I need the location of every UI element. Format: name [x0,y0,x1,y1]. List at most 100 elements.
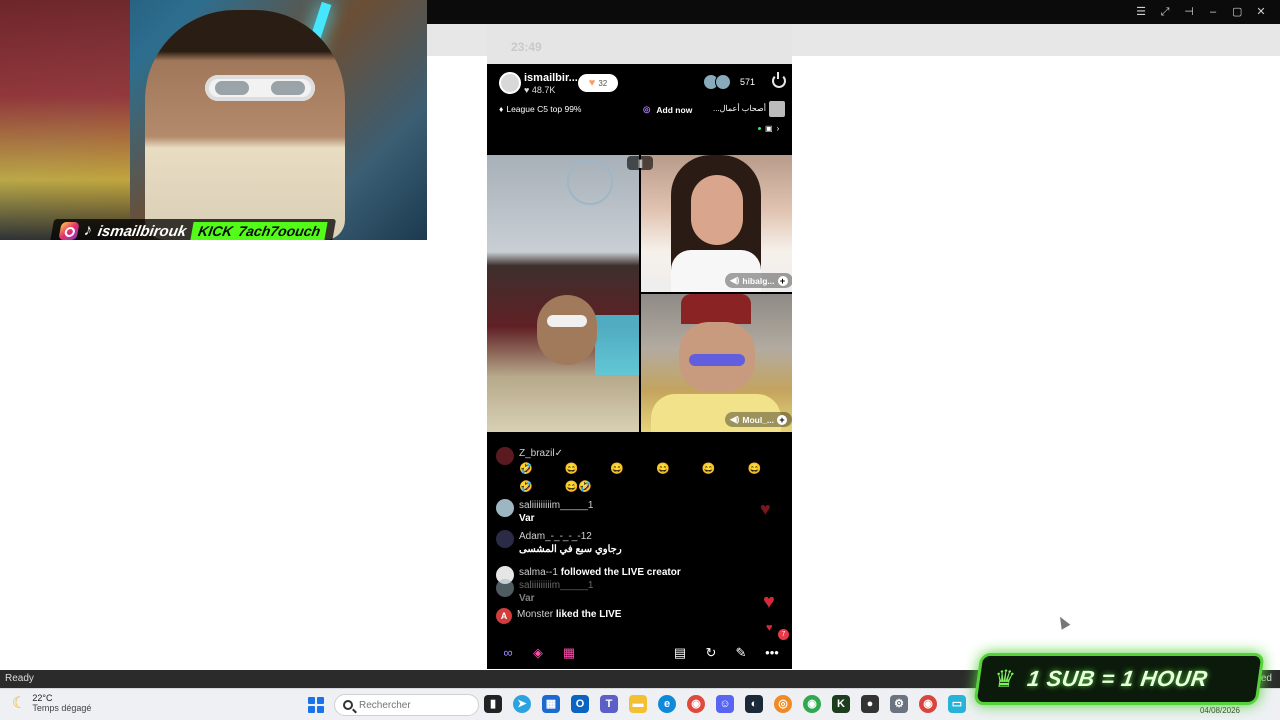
discord-icon[interactable]: ☺ [716,695,734,713]
chat-username[interactable]: Monster [517,609,553,620]
close-icon[interactable]: ✕ [1256,0,1266,24]
sunglasses [205,75,315,101]
floating-heart-icon: ♥ [760,499,771,519]
add-icon[interactable]: + [777,275,788,286]
browser-icon[interactable]: ◎ [774,695,792,713]
chat-username[interactable]: salma--1 [519,567,558,578]
folder-icon[interactable]: ▬ [629,695,647,713]
guest-label[interactable]: ◀) Moul_... + [725,412,792,427]
chat-message: saliiiiiiiiim_____1 Var [496,499,593,525]
chat-avatar[interactable] [496,447,514,465]
camera-icon: ▣ [765,124,773,133]
guest-tile-2[interactable]: ◀) hibalg... + [641,155,792,292]
grid-icon[interactable]: ▦ [560,644,578,662]
chrome-profile-icon[interactable]: ◉ [919,695,937,713]
film-icon[interactable]: ▤ [671,644,689,662]
add-now-button[interactable]: ◎ Add now [643,104,692,115]
chat-text: Var [519,513,535,524]
league-text: League C5 top 99% [506,104,582,114]
teams-icon[interactable]: T [600,695,618,713]
speaker-icon: ◀) [730,275,740,285]
pen-icon[interactable]: ✎ [732,644,750,662]
taskbar-apps: ▮ ➤ ▦ O T ▬ e ◉ ☺ ◐ ◎ ◉ K ● ⚙ ◉ ▭ [484,695,966,713]
emoji: 😄 [747,463,762,475]
like-heart-icon: ♥ [766,622,773,634]
guest-name: hibalg... [742,275,775,286]
chat-username[interactable]: saliiiiiiiiim_____1 [519,579,593,592]
chat-message: A Monster liked the LIVE [496,608,621,624]
emoji: 😄 [656,463,670,475]
pin-icon[interactable]: ⊣ [1184,0,1194,24]
sub-promo-text: 1 SUB = 1 HOUR [1025,666,1210,691]
list-icon[interactable]: ☰ [1136,0,1146,24]
store-icon[interactable]: ▦ [542,695,560,713]
task-view-icon[interactable]: ▮ [484,695,502,713]
steam-icon[interactable]: ◐ [745,695,763,713]
chat-avatar[interactable]: A [496,608,512,624]
kick-app-icon[interactable]: K [832,695,850,713]
viewer-avatars[interactable] [703,74,731,90]
speaker-icon: ◀) [730,414,740,424]
host-name[interactable]: ismailbir... [524,72,578,84]
chat-text: followed the LIVE creator [560,567,681,578]
chat-username[interactable]: Adam_-_-_-_-12 [519,530,622,543]
chat-text: liked the LIVE [555,609,622,620]
guest-hat [681,294,751,324]
obs-icon[interactable]: ● [861,695,879,713]
guest-tile-3[interactable]: ◀) Moul_... + [641,294,792,432]
host-avatar[interactable] [499,72,521,94]
chrome-icon[interactable]: ◉ [687,695,705,713]
follow-button[interactable]: ♥ 32 [578,74,618,92]
start-tile [308,706,315,713]
weather-widget[interactable]: ☾ 22°C Temps dégagé [12,693,91,713]
weather-desc: Temps dégagé [32,703,92,713]
kick-badge: KICK 7ach7oouch [190,222,328,240]
live-bottom-bar: ∞ ◈ ▦ ▤ ↻ ✎ ••• ♥ 7 [487,622,792,669]
add-icon[interactable]: + [777,414,788,425]
taskbar-date[interactable]: 04/08/2026 [1200,706,1240,715]
chevron-right-icon[interactable]: › [777,124,780,133]
instagram-icon [58,222,80,240]
outlook-icon[interactable]: O [571,695,589,713]
business-tag[interactable]: ...أصحاب أعمال [713,104,766,113]
guest-label[interactable]: ◀) hibalg... + [725,273,792,288]
business-thumbnail[interactable] [769,101,785,117]
kick-handle: 7ach7oouch [237,223,322,239]
minimize-icon[interactable]: – [1208,0,1218,24]
maximize-icon[interactable]: ▢ [1232,0,1242,24]
chat-avatar[interactable] [496,530,514,548]
online-dot-icon [758,127,761,130]
status-text: Ready [5,673,34,684]
share-icon[interactable]: ↻ [702,644,720,662]
host-likes-value: 48.7K [531,85,556,95]
add-now-label: Add now [656,104,693,115]
expand-icon[interactable]: ⤢ [1160,0,1170,24]
mouse-cursor-icon [1055,614,1071,630]
chat-avatar[interactable] [496,579,514,597]
taskbar-search[interactable] [334,694,479,716]
audio-bars-icon[interactable]: ||| [627,156,653,170]
chat-avatar[interactable] [496,499,514,517]
edge-icon[interactable]: e [658,695,676,713]
league-badge[interactable]: ♦ League C5 top 99% [499,104,582,114]
social-handle: ismailbirouk [96,222,188,240]
mirror-app-icon[interactable]: ▭ [948,695,966,713]
chrome-alt-icon[interactable]: ◉ [803,695,821,713]
sunglasses [547,315,587,327]
guest-tile-host[interactable] [487,155,639,432]
gift-icon[interactable]: ◈ [529,644,547,662]
settings-icon[interactable]: ⚙ [890,695,908,713]
power-icon[interactable] [772,72,786,88]
chat-emoji-row: 🤣 😄 😄 😄 😄 😄 [519,460,792,478]
telegram-icon[interactable]: ➤ [513,695,531,713]
viewer-avatar [715,74,731,90]
search-input[interactable] [359,699,469,711]
window-controls: ☰ ⤢ ⊣ – ▢ ✕ [1136,0,1266,24]
viewer-count[interactable]: 571 [740,77,755,87]
loop-icon[interactable]: ∞ [499,644,517,662]
chat-username[interactable]: saliiiiiiiiim_____1 [519,499,593,512]
chat-username[interactable]: Z_brazil✓ [519,447,792,460]
start-button[interactable] [308,697,324,713]
more-icon[interactable]: ••• [763,644,781,662]
emoji: 😄 [701,463,716,475]
